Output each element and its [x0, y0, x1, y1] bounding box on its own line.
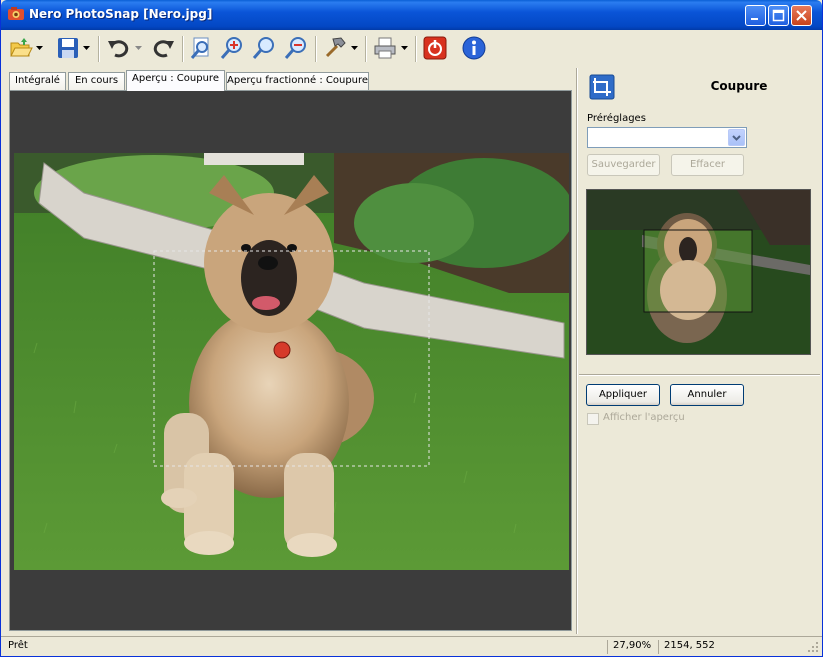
status-bar: Prêt 27,90% 2154, 552	[1, 636, 822, 656]
cancel-button[interactable]: Annuler	[670, 384, 744, 406]
chevron-down-icon[interactable]	[401, 46, 408, 51]
save-preset-button[interactable]: Sauvegarder	[587, 154, 660, 176]
close-button[interactable]	[791, 5, 812, 26]
tab-apercu-coupure[interactable]: Aperçu : Coupure	[126, 70, 225, 91]
chevron-down-icon[interactable]	[36, 46, 43, 51]
toolbar-separator	[182, 36, 183, 62]
toolbar	[1, 30, 822, 68]
crop-panel: Coupure Préréglages Sauvegarder Effacer	[579, 68, 820, 634]
info-icon[interactable]	[462, 36, 486, 60]
maximize-icon	[772, 9, 785, 22]
toolbar-separator	[365, 36, 366, 62]
panel-title: Coupure	[710, 79, 768, 93]
status-text: Prêt	[8, 640, 28, 651]
view-tabs: Intégralé En cours Aperçu : Coupure Aper…	[9, 70, 579, 91]
chevron-down-icon	[732, 135, 741, 141]
app-logo-icon	[8, 7, 24, 20]
chevron-down-icon[interactable]	[351, 46, 358, 51]
tools-hammer-icon[interactable]	[323, 36, 347, 60]
panel-divider	[576, 68, 578, 634]
crop-icon	[589, 74, 615, 100]
tab-integral[interactable]: Intégralé	[9, 72, 66, 90]
undo-icon[interactable]	[107, 36, 131, 60]
minimize-icon	[751, 18, 758, 20]
save-icon[interactable]	[56, 36, 80, 60]
preview-thumbnail	[587, 190, 810, 354]
maximize-button[interactable]	[768, 5, 789, 26]
zoom-level: 27,90%	[607, 640, 651, 654]
tab-apercu-fractionne[interactable]: Aperçu fractionné : Coupure	[226, 72, 369, 90]
zoom-out-icon[interactable]	[284, 36, 308, 60]
zoom-in-icon[interactable]	[220, 36, 244, 60]
open-folder-icon[interactable]	[9, 36, 33, 60]
dropdown-button[interactable]	[728, 129, 745, 146]
app-window: Nero PhotoSnap [Nero.jpg] Intégralé En c…	[0, 0, 823, 657]
toolbar-separator	[415, 36, 416, 62]
print-icon[interactable]	[373, 36, 397, 60]
title-bar[interactable]: Nero PhotoSnap [Nero.jpg]	[1, 0, 822, 30]
show-preview-label: Afficher l'aperçu	[603, 412, 685, 423]
chevron-down-icon[interactable]	[135, 46, 142, 51]
image-viewer[interactable]	[9, 90, 572, 631]
toolbar-separator	[315, 36, 316, 62]
exit-icon[interactable]	[423, 36, 447, 60]
crop-preview	[586, 189, 811, 355]
show-preview-checkbox[interactable]	[587, 413, 599, 425]
tab-en-cours[interactable]: En cours	[68, 72, 125, 90]
toolbar-separator	[98, 36, 99, 62]
zoom-actual-icon[interactable]	[252, 36, 276, 60]
panel-separator	[579, 374, 820, 376]
presets-dropdown[interactable]	[587, 127, 747, 148]
cursor-coordinates: 2154, 552	[658, 640, 715, 654]
presets-label: Préréglages	[587, 113, 646, 124]
window-title: Nero PhotoSnap [Nero.jpg]	[29, 7, 213, 21]
delete-preset-button[interactable]: Effacer	[671, 154, 744, 176]
dog-photo	[14, 153, 569, 570]
zoom-fit-icon[interactable]	[190, 36, 214, 60]
chevron-down-icon[interactable]	[83, 46, 90, 51]
resize-grip-icon[interactable]	[807, 641, 819, 653]
minimize-button[interactable]	[745, 5, 766, 26]
apply-button[interactable]: Appliquer	[586, 384, 660, 406]
photo-canvas[interactable]	[14, 153, 569, 570]
redo-icon[interactable]	[151, 36, 175, 60]
close-icon	[796, 10, 807, 21]
